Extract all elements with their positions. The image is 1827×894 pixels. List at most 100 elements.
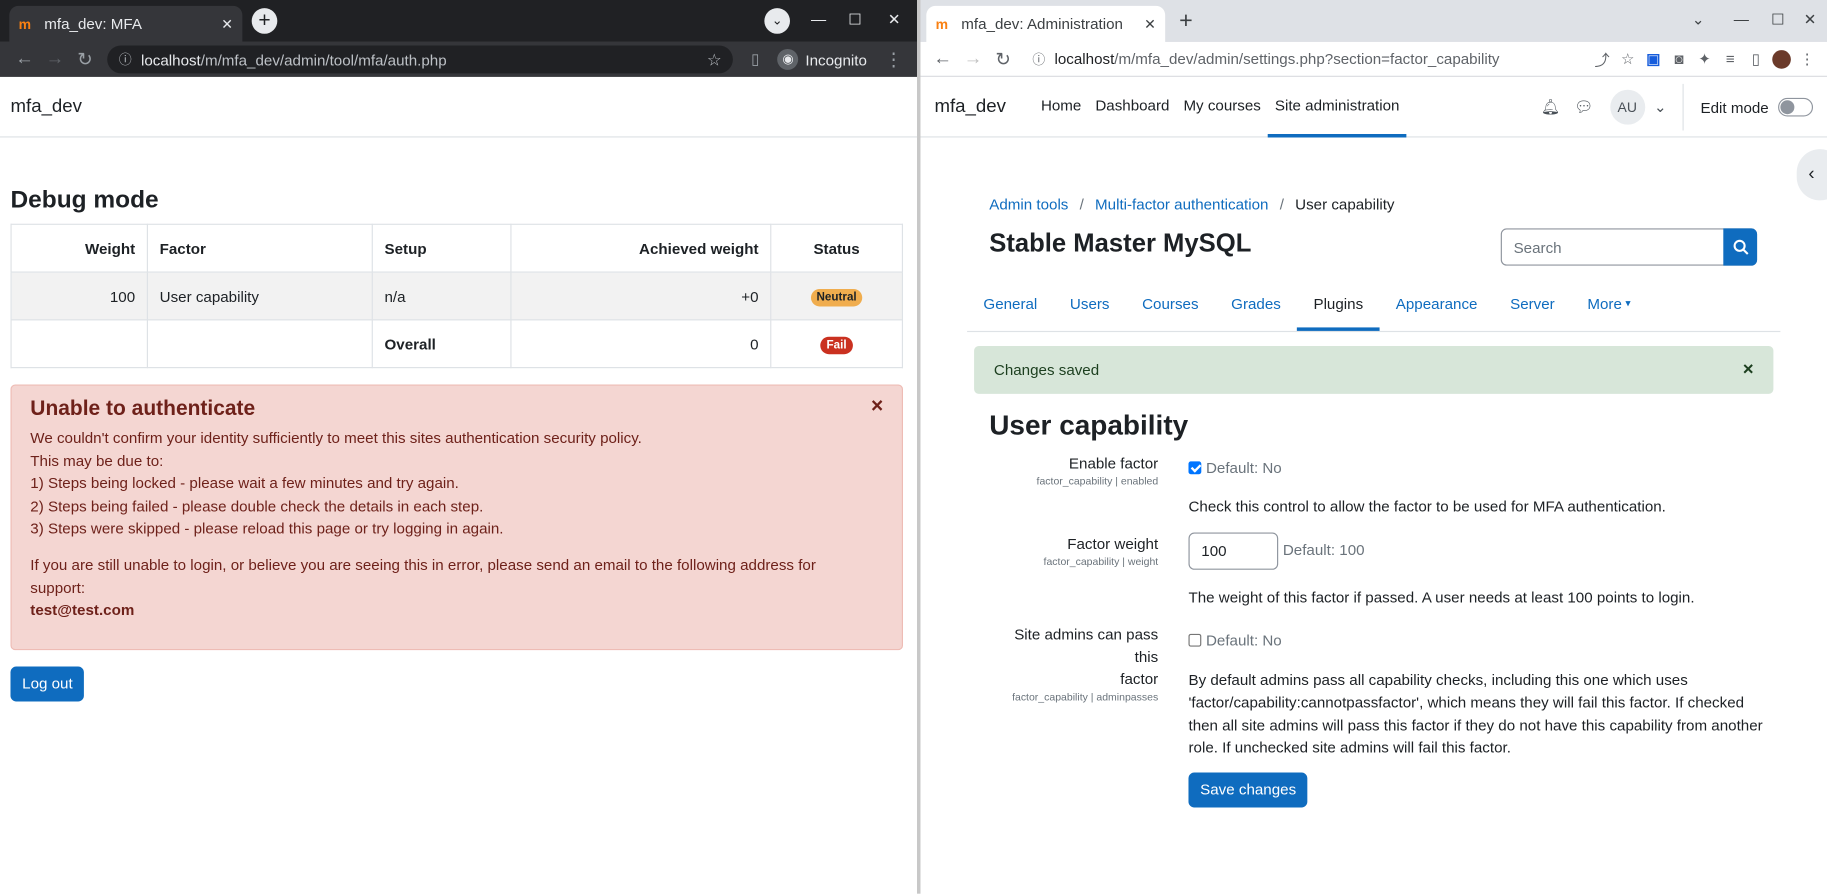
back-icon[interactable]: ←	[927, 48, 957, 69]
close-window-icon[interactable]: ✕	[888, 10, 901, 29]
page-title: Debug mode	[10, 186, 159, 214]
nav-my-courses[interactable]: My courses	[1176, 76, 1267, 137]
close-window-icon[interactable]: ✕	[1804, 10, 1817, 29]
reload-icon[interactable]: ↻	[988, 47, 1018, 70]
close-tab-icon[interactable]: ✕	[1144, 16, 1156, 32]
profile-avatar-icon[interactable]	[1769, 49, 1795, 69]
new-tab-button[interactable]: +	[251, 8, 278, 34]
minimize-icon[interactable]: —	[811, 10, 826, 27]
setting-label-adminpasses: Site admins can pass this factor factor_…	[989, 623, 1158, 703]
breadcrumb-mfa[interactable]: Multi-factor authentication	[1095, 196, 1268, 213]
new-tab-button[interactable]: +	[1179, 9, 1193, 32]
browser-tab[interactable]: m mfa_dev: MFA ✕	[9, 5, 243, 42]
extensions-icon[interactable]: ✦	[1692, 50, 1718, 69]
table-header-row: Weight Factor Setup Achieved weight Stat…	[10, 223, 904, 273]
maximize-icon[interactable]: ☐	[1771, 10, 1785, 29]
secondary-navigation: General Users Courses Grades Plugins App…	[967, 280, 1781, 333]
label-text: Site admins can pass this	[1014, 625, 1159, 666]
side-panel-icon[interactable]: ▯	[1743, 50, 1769, 69]
bookmark-star-icon[interactable]: ☆	[1615, 50, 1641, 69]
alert-line: 3) Steps were skipped - please reload th…	[30, 519, 504, 538]
tab-courses[interactable]: Courses	[1126, 280, 1215, 331]
support-text: support:	[30, 578, 86, 597]
share-icon[interactable]: ⤴	[1589, 48, 1615, 70]
alert-line: 1) Steps being locked - please wait a fe…	[30, 474, 459, 492]
bookmark-star-icon[interactable]: ☆	[707, 50, 722, 70]
site-brand[interactable]: mfa_dev	[10, 96, 82, 117]
tab-strip: m mfa_dev: Administration ✕ + ⌄ — ☐ ✕	[920, 0, 1827, 42]
reload-icon[interactable]: ↻	[70, 48, 100, 71]
site-brand[interactable]: mfa_dev	[934, 96, 1006, 117]
messages-icon[interactable]: 💬︎	[1574, 98, 1593, 117]
tab-title: mfa_dev: Administration	[961, 15, 1123, 33]
menu-icon[interactable]: ⋮	[1794, 50, 1820, 69]
url-field[interactable]: ⓘ localhost/m/mfa_dev/admin/tool/mfa/aut…	[107, 45, 734, 74]
setting-label-enabled: Enable factor factor_capability | enable…	[989, 452, 1159, 488]
nav-site-administration[interactable]: Site administration	[1267, 76, 1407, 137]
description-line: then all site admins will pass this fact…	[1188, 716, 1763, 734]
tab-strip: m mfa_dev: MFA ✕ + ⌄ — ☐ ✕	[0, 0, 919, 42]
close-alert-icon[interactable]: ×	[871, 394, 883, 418]
info-icon: ⓘ	[118, 53, 132, 68]
drawer-toggle-chevron-left-icon[interactable]: ‹	[1796, 149, 1827, 201]
forward-icon[interactable]: →	[40, 49, 70, 70]
minimize-icon[interactable]: —	[1734, 10, 1749, 27]
reading-list-icon[interactable]: ≡	[1717, 50, 1743, 67]
factor-weight-field: 100 Default: 100	[1188, 532, 1365, 570]
auth-error-alert: × Unable to authenticate We couldn't con…	[10, 384, 904, 651]
setting-id: factor_capability | adminpasses	[1012, 690, 1159, 703]
nav-dashboard[interactable]: Dashboard	[1088, 76, 1176, 137]
maximize-icon[interactable]: ☐	[848, 10, 862, 29]
bitwarden-icon[interactable]: ▣	[1641, 50, 1667, 69]
user-avatar[interactable]: AU	[1609, 89, 1645, 125]
close-tab-icon[interactable]: ✕	[221, 16, 233, 32]
search-button[interactable]	[1723, 228, 1758, 266]
tab-appearance[interactable]: Appearance	[1379, 280, 1493, 331]
alert-title: Unable to authenticate	[30, 396, 256, 420]
col-weight: Weight	[10, 223, 148, 273]
side-panel-icon[interactable]: ▯	[740, 50, 770, 69]
alert-line: 2) Steps being failed - please double ch…	[30, 497, 484, 515]
tab-more[interactable]: More ▾	[1571, 280, 1647, 331]
setting-id: factor_capability | weight	[1043, 555, 1159, 568]
cell-achieved: 0	[510, 319, 772, 369]
search-input[interactable]: Search	[1502, 238, 1723, 255]
default-value: Default: 100	[1282, 541, 1365, 559]
status-badge: Fail	[820, 336, 853, 354]
tab-search-icon[interactable]: ⌄	[1692, 10, 1705, 29]
setting-id: factor_capability | enabled	[1036, 475, 1159, 488]
tab-users[interactable]: Users	[1054, 280, 1126, 331]
tab-search-icon[interactable]: ⌄	[764, 8, 790, 34]
camera-icon[interactable]: ◙	[1666, 50, 1692, 67]
forward-icon[interactable]: →	[958, 48, 988, 69]
tab-plugins[interactable]: Plugins	[1297, 280, 1380, 331]
moodle-favicon-icon: m	[18, 15, 32, 33]
breadcrumb-current: User capability	[1295, 195, 1395, 214]
nav-home[interactable]: Home	[1034, 76, 1088, 137]
col-status: Status	[770, 223, 904, 273]
success-alert: Changes saved ×	[974, 346, 1774, 394]
close-alert-icon[interactable]: ×	[1743, 359, 1754, 380]
alert-line: This may be due to:	[30, 451, 164, 470]
menu-icon[interactable]: ⋮	[879, 48, 909, 71]
page-heading: User capability	[989, 410, 1189, 442]
save-changes-button[interactable]: Save changes	[1188, 772, 1308, 808]
incognito-indicator[interactable]: ◉ Incognito	[777, 48, 867, 70]
logout-button[interactable]: Log out	[10, 666, 85, 702]
admin-passes-checkbox[interactable]	[1188, 633, 1202, 647]
setting-description: The weight of this factor if passed. A u…	[1188, 588, 1695, 606]
breadcrumb-admin-tools[interactable]: Admin tools	[989, 196, 1068, 213]
tab-server[interactable]: Server	[1494, 280, 1571, 331]
tab-grades[interactable]: Grades	[1215, 280, 1297, 331]
notifications-bell-icon[interactable]: 🔔︎	[1541, 98, 1560, 117]
back-icon[interactable]: ←	[9, 49, 39, 70]
browser-tab[interactable]: m mfa_dev: Administration ✕	[926, 5, 1166, 42]
factor-weight-input[interactable]: 100	[1188, 532, 1279, 570]
edit-mode-toggle[interactable]	[1778, 97, 1814, 117]
user-menu-chevron-icon[interactable]: ⌄	[1654, 98, 1667, 117]
url-field[interactable]: ⓘ localhost/m/mfa_dev/admin/settings.php…	[1025, 45, 1582, 73]
tab-general[interactable]: General	[967, 280, 1054, 331]
enable-factor-checkbox[interactable]	[1188, 461, 1202, 475]
admin-passes-field: Default: No	[1188, 632, 1282, 649]
url-host: localhost	[140, 50, 201, 69]
